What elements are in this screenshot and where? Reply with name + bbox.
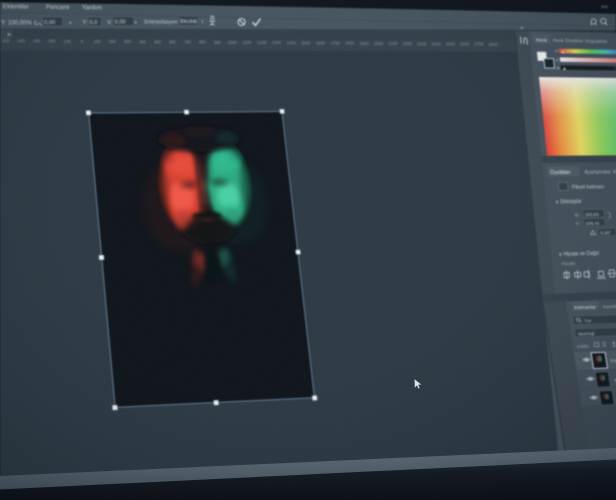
svg-text:Tür: Tür [584, 319, 593, 325]
svg-text:0,0: 0,0 [90, 20, 98, 26]
svg-text:400: 400 [139, 39, 147, 44]
svg-text:2000: 2000 [374, 41, 384, 46]
svg-text:1500: 1500 [301, 40, 311, 45]
svg-text:1900: 1900 [359, 41, 369, 46]
svg-text:Y:: Y: [83, 20, 89, 26]
svg-text:-500: -500 [1, 38, 10, 43]
svg-text:S: S [556, 57, 559, 62]
svg-text:Enterpolasyon:: Enterpolasyon: [145, 19, 179, 25]
svg-text:Normal: Normal [578, 331, 595, 337]
svg-text:2200: 2200 [403, 41, 413, 46]
svg-text:H: H [555, 49, 558, 54]
svg-text:300: 300 [124, 39, 132, 44]
svg-text:G:: G: [574, 213, 579, 219]
svg-text:∨ Dönüştür: ∨ Dönüştür [555, 199, 582, 205]
svg-text:0,00: 0,00 [115, 20, 126, 26]
svg-text:500: 500 [154, 39, 162, 44]
svg-text:1200: 1200 [257, 40, 267, 45]
svg-text:Kanallar: Kanallar [603, 304, 616, 310]
svg-text:2700: 2700 [474, 42, 484, 47]
svg-text:Pencere: Pencere [46, 4, 70, 11]
svg-text:«: « [520, 25, 524, 32]
svg-text:2600: 2600 [460, 42, 470, 47]
svg-text:Renk: Renk [536, 38, 548, 44]
svg-text:2300: 2300 [417, 41, 427, 46]
svg-text:Katmanlar: Katmanlar [574, 305, 597, 311]
svg-text:800: 800 [199, 40, 207, 45]
svg-text:Piksel katmanı: Piksel katmanı [572, 185, 605, 191]
svg-text:-100: -100 [63, 39, 72, 44]
svg-text:Eklentiler: Eklentiler [3, 3, 29, 10]
svg-text:-200: -200 [47, 39, 56, 44]
svg-text:∨: ∨ [201, 19, 205, 25]
svg-text:B: B [557, 65, 560, 70]
svg-text:100: 100 [94, 39, 102, 44]
svg-text:Y: 100,00%: Y: 100,00% [1, 20, 32, 26]
svg-text:600: 600 [169, 40, 177, 45]
svg-text:2500: 2500 [446, 42, 456, 47]
svg-text:0,00: 0,00 [44, 20, 55, 26]
svg-text:V:: V: [107, 20, 113, 26]
svg-text:Kilitle:: Kilitle: [577, 344, 591, 350]
svg-text:200: 200 [109, 39, 117, 44]
svg-text:1100: 1100 [242, 40, 252, 45]
svg-text:150,93: 150,93 [584, 212, 599, 218]
svg-text:Hizala:: Hizala: [561, 261, 576, 267]
svg-text:-400: -400 [17, 38, 26, 43]
svg-text:Bikübik: Bikübik [180, 19, 198, 25]
svg-text:2100: 2100 [388, 41, 398, 46]
svg-text:Yardım: Yardım [82, 4, 102, 11]
svg-text:2400: 2400 [431, 41, 441, 46]
svg-text:1800: 1800 [345, 41, 355, 46]
svg-text:1400: 1400 [287, 40, 297, 45]
svg-text:0,00°: 0,00° [600, 231, 611, 237]
svg-text:1600: 1600 [316, 41, 326, 46]
svg-text:700: 700 [184, 40, 192, 45]
svg-text:900: 900 [214, 40, 222, 45]
svg-text:1700: 1700 [330, 41, 340, 46]
svg-text:Özellikler: Özellikler [550, 169, 572, 176]
svg-text:Ayarlamalar: Ayarlamalar [584, 170, 611, 176]
svg-text:1000: 1000 [228, 40, 238, 45]
svg-text:-300: -300 [32, 39, 41, 44]
svg-text:226,41: 226,41 [585, 221, 600, 227]
svg-text:Katman 1: Katman 1 [610, 358, 616, 364]
svg-text:1300: 1300 [272, 40, 282, 45]
svg-text:2800: 2800 [488, 42, 498, 47]
svg-text:Degradeler: Degradeler [585, 39, 608, 45]
svg-text:Y:: Y: [575, 222, 580, 228]
